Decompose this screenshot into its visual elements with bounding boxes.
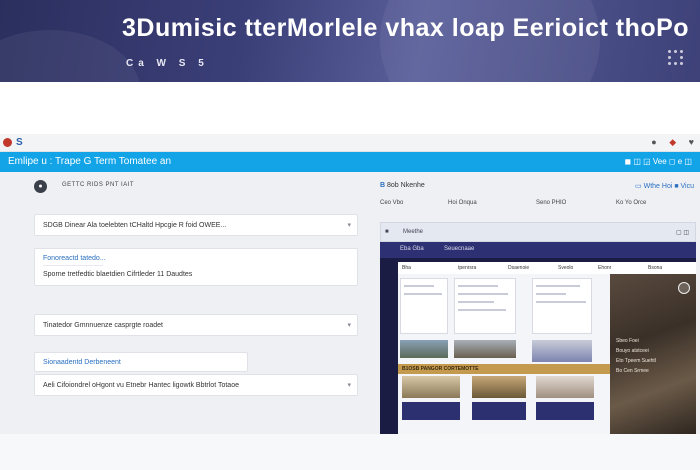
preview-nav-item[interactable]: Dsaenoie <box>508 265 529 271</box>
hero-decoration <box>0 30 140 82</box>
info-icon[interactable]: ● <box>651 137 656 147</box>
chevron-down-icon[interactable]: ▾ <box>347 321 351 329</box>
preview-nav: Bha tpenrsra Dsaenoie Sveolo Ehonr Bsona <box>398 262 696 274</box>
chevron-down-icon[interactable]: ▾ <box>347 221 351 229</box>
list-item[interactable]: Aeli Cifoiondrel oHgont vu Etnebr Hantec… <box>34 374 358 396</box>
avatar-icon[interactable]: ● <box>34 180 47 193</box>
footer-band <box>0 434 700 470</box>
heart-icon[interactable]: ♥ <box>689 137 694 147</box>
preview-tile[interactable] <box>454 278 516 334</box>
settings-icon[interactable] <box>666 48 686 68</box>
preview-card <box>472 402 526 420</box>
list-item[interactable]: Sionaadentd Derbeneent <box>34 352 248 372</box>
expand-icon[interactable]: ▢ ◫ <box>676 229 689 236</box>
preview-photo <box>532 340 592 362</box>
header-actions[interactable]: ◼ ◫ ◲ Vee ◻ e ◫ <box>624 157 692 166</box>
spacer-band <box>0 82 700 134</box>
app-window: S ● ◆ ♥ Emlipe u : Trape G Term Tomatee … <box>0 134 700 434</box>
list-item[interactable]: Fonoreactd tatedo... Sporne tretfedtic b… <box>34 248 358 286</box>
preview-header: Eba Gba Seuecnaae <box>380 242 696 258</box>
right-panel-title: 8ob Nkenhe <box>387 182 425 189</box>
site-preview[interactable]: Eba Gba Seuecnaae Bha tpenrsra Dsaenoie … <box>380 242 696 434</box>
preview-photo <box>402 376 460 398</box>
preview-toggle-icon[interactable]: ■ <box>385 229 389 235</box>
preview-card <box>536 402 594 420</box>
preview-card <box>402 402 460 420</box>
left-panel-title: GETTC RIDS PNT IAIT <box>62 182 135 188</box>
close-window-icon[interactable] <box>3 138 12 147</box>
field-label: Seno PHIO <box>536 200 567 206</box>
list-item-text: Aeli Cifoiondrel oHgont vu Etnebr Hantec… <box>43 382 239 389</box>
list-item-text: Tinatedor Gmnnuenze casprgte roadet <box>43 322 163 329</box>
preview-nav-item[interactable]: tpenrsra <box>458 265 476 271</box>
titlebar-label: S <box>16 137 23 148</box>
preview-caption: Sbeo Foei <box>616 338 639 344</box>
preview-tile[interactable] <box>532 278 592 334</box>
titlebar-tools: ● ◆ ♥ <box>641 137 694 148</box>
preview-nav-item[interactable]: Bha <box>402 265 411 271</box>
list-item-heading: Fonoreactd tatedo... <box>43 255 106 262</box>
field-label: Ko Yo Orce <box>616 200 647 206</box>
hero-banner: 3Dumisic tterMorlele vhax loap Eerioict … <box>0 0 700 82</box>
preview-photo <box>536 376 594 398</box>
preview-toolbar: ■ Meethe ▢ ◫ <box>380 222 696 242</box>
preview-nav-item[interactable]: Sveolo <box>558 265 573 271</box>
field-label: Hoi Onqua <box>448 200 477 206</box>
title-bar: S ● ◆ ♥ <box>0 134 700 152</box>
preview-nav-item[interactable]: Ehonr <box>598 265 611 271</box>
preview-photo <box>472 376 526 398</box>
app-header: Emlipe u : Trape G Term Tomatee an ◼ ◫ ◲… <box>0 152 700 172</box>
preview-content <box>398 274 610 434</box>
preview-tab[interactable]: Meethe <box>403 229 423 235</box>
preview-hero-image: Sbeo Foei Bouyo atstceei Eto Tpeem Sueht… <box>610 274 696 434</box>
preview-nav-item[interactable]: Bsona <box>648 265 662 271</box>
field-label: Ceo Vbo <box>380 200 404 206</box>
alert-icon[interactable]: ◆ <box>669 137 676 147</box>
preview-photo <box>400 340 448 358</box>
right-panel-header: B 8ob Nkenhe <box>380 182 425 189</box>
right-panel-actions[interactable]: ▭ Wthe Hoi ■ Vicu <box>635 182 694 190</box>
preview-caption: Bo Cen Srmee <box>616 368 649 374</box>
list-item[interactable]: Tinatedor Gmnnuenze casprgte roadet ▾ <box>34 314 358 336</box>
divider <box>43 265 103 266</box>
right-panel-badge: B <box>380 182 386 189</box>
preview-site-name: Eba Gba <box>400 246 424 252</box>
preview-caption: Bouyo atstceei <box>616 348 649 354</box>
preview-caption: Eto Tpeem Suehtl <box>616 358 656 364</box>
hero-subtitle: Ca W S 5 <box>126 58 209 69</box>
list-item[interactable]: SDGB Dinear Ala toelebten tCHaltd Hpcgie… <box>34 214 358 236</box>
preview-banner: B1OSB PANGOR CORTEMOTTE <box>398 364 610 374</box>
chevron-down-icon[interactable]: ▾ <box>347 381 351 389</box>
preview-tile[interactable] <box>400 278 448 334</box>
list-item-text: Sporne tretfedtic blaetdien Cifrtleder 1… <box>43 271 193 278</box>
preview-photo <box>454 340 516 358</box>
list-item-heading: Sionaadentd Derbeneent <box>43 359 121 366</box>
hero-title: 3Dumisic tterMorlele vhax loap Eerioict … <box>122 14 690 42</box>
preview-site-section: Seuecnaae <box>444 246 475 252</box>
play-icon[interactable] <box>678 282 690 294</box>
list-item-text: SDGB Dinear Ala toelebten tCHaltd Hpcgie… <box>43 222 227 229</box>
preview-banner-text: B1OSB PANGOR CORTEMOTTE <box>402 366 479 372</box>
app-header-title: Emlipe u : Trape G Term Tomatee an <box>8 156 172 167</box>
